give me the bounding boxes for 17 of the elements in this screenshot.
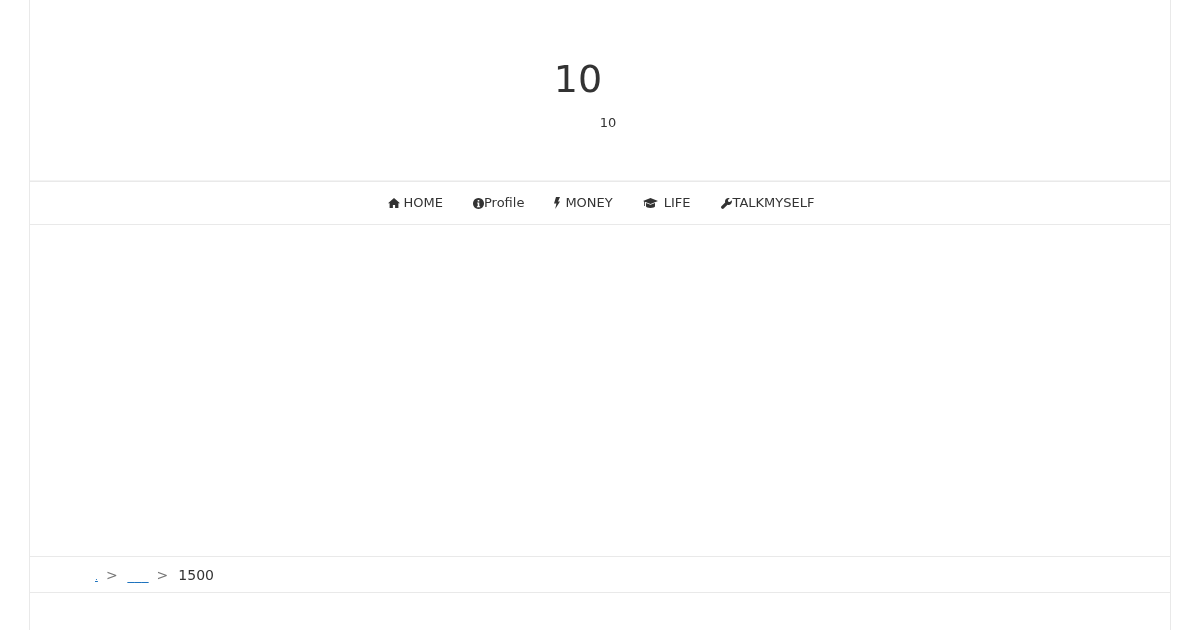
nav-link[interactable]: MONEY — [554, 194, 613, 212]
breadcrumb-current: 1500 — [178, 566, 214, 583]
site-title: 10 — [553, 56, 603, 102]
breadcrumb-link[interactable]: ___ — [127, 566, 149, 583]
nav-link[interactable]: LIFE — [642, 194, 691, 212]
wrench-icon — [720, 197, 732, 209]
bolt-icon — [554, 197, 561, 209]
nav-link[interactable]: Profile — [473, 194, 525, 212]
info-icon — [473, 197, 484, 209]
graduation-cap-icon — [642, 198, 658, 208]
breadcrumb-separator: > — [105, 566, 118, 583]
nav-link[interactable]: HOME — [387, 194, 443, 212]
breadcrumb-separator: > — [156, 566, 169, 583]
site-tagline: 10 — [599, 114, 617, 132]
breadcrumb-link[interactable]: . — [95, 571, 98, 582]
house-icon — [387, 198, 400, 208]
nav-link[interactable]: TALKMYSELF — [720, 194, 815, 212]
